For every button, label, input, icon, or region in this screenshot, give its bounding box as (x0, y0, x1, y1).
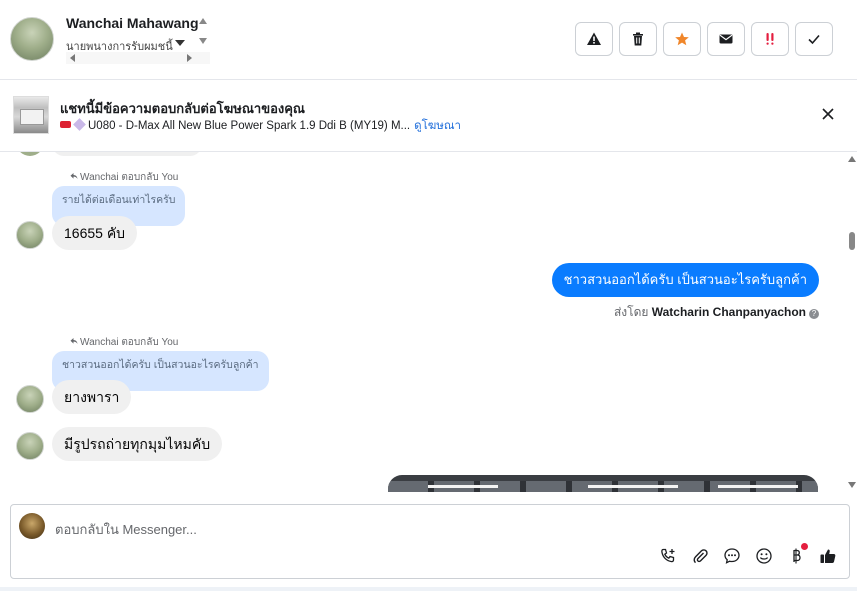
phone-plus-icon (661, 548, 675, 563)
delete-button[interactable] (619, 22, 657, 56)
ad-thumbnail[interactable] (13, 96, 49, 134)
sent-by-prefix: ส่งโดย (613, 305, 649, 319)
avatar-partial (16, 152, 44, 156)
smiley-icon (756, 548, 772, 564)
thumbs-up-icon (820, 549, 836, 563)
notification-dot (801, 543, 808, 550)
sent-by-label: ส่งโดย Watcharin Chanpanyachon? (614, 303, 819, 322)
incoming-message[interactable]: ยางพารา (52, 380, 132, 414)
image-detail (588, 485, 678, 488)
payment-button[interactable] (787, 543, 808, 565)
mark-important-button[interactable] (751, 22, 789, 56)
bottom-strip (0, 587, 857, 591)
header-actions (575, 22, 833, 56)
star-button[interactable] (663, 22, 701, 56)
close-icon[interactable] (821, 107, 835, 121)
ad-reply-banner: แชทนี้มีข้อความตอบกลับต่อโฆษณาของคุณ U08… (0, 80, 857, 152)
scroll-down-icon[interactable] (199, 38, 207, 44)
scroll-thumb[interactable] (849, 232, 855, 250)
diamond-icon (73, 118, 86, 131)
ad-banner-title: แชทนี้มีข้อความตอบกลับต่อโฆษณาของคุณ (60, 101, 305, 116)
reply-meta: Wanchai ตอบกลับ You (70, 170, 178, 185)
warning-icon (587, 32, 601, 45)
scroll-up-icon[interactable] (848, 156, 856, 162)
message-bubble-partial (52, 152, 202, 156)
conversation-header: Wanchai Mahawang นายพนางการรับผมชนี้ (0, 0, 857, 80)
view-ad-link[interactable]: ดูโฆษณา (414, 120, 461, 132)
double-exclamation-icon (766, 33, 774, 45)
envelope-icon (719, 34, 733, 44)
report-spam-button[interactable] (575, 22, 613, 56)
image-detail (428, 485, 498, 488)
check-icon (808, 34, 820, 45)
caret-down-icon[interactable] (175, 40, 185, 46)
like-button[interactable] (819, 547, 837, 565)
help-icon[interactable]: ? (809, 309, 819, 319)
car-icon (60, 121, 71, 128)
scroll-left-icon[interactable] (70, 54, 75, 62)
attach-button[interactable] (691, 547, 709, 565)
ad-text: U080 - D-Max All New Blue Power Spark 1.… (88, 120, 411, 132)
header-scrollbar[interactable] (197, 16, 209, 50)
mark-done-button[interactable] (795, 22, 833, 56)
image-detail (718, 485, 798, 488)
message-scrollbar[interactable] (847, 152, 857, 492)
contact-avatar-small[interactable] (16, 221, 44, 249)
scroll-right-icon[interactable] (187, 54, 192, 62)
chat-bubble-icon (724, 548, 740, 564)
mark-unread-button[interactable] (707, 22, 745, 56)
reply-meta: Wanchai ตอบกลับ You (70, 335, 178, 350)
scroll-up-icon[interactable] (199, 18, 207, 24)
contact-avatar-small[interactable] (16, 385, 44, 413)
header-horizontal-scrollbar[interactable] (66, 52, 210, 64)
messenger-conversation: Wanchai Mahawang นายพนางการรับผมชนี้ แชท… (0, 0, 857, 591)
outgoing-message[interactable]: ชาวสวนออกได้ครับ เป็นสวนอะไรครับลูกค้า (551, 263, 819, 297)
reply-meta-text: Wanchai ตอบกลับ You (80, 172, 179, 183)
contact-avatar[interactable] (10, 17, 54, 61)
contact-avatar-small[interactable] (16, 432, 44, 460)
incoming-message[interactable]: 16655 คับ (52, 216, 138, 250)
composer-tools (659, 543, 837, 565)
trash-icon (633, 32, 643, 46)
outgoing-image-message[interactable] (388, 475, 818, 492)
ad-banner-details: U080 - D-Max All New Blue Power Spark 1.… (60, 117, 461, 135)
saved-replies-button[interactable] (723, 547, 741, 565)
call-request-button[interactable] (659, 547, 677, 565)
reply-arrow-icon (70, 173, 78, 179)
page-avatar (19, 513, 45, 539)
reply-input[interactable]: ตอบกลับใน Messenger... (55, 519, 197, 540)
message-composer[interactable]: ตอบกลับใน Messenger... (10, 504, 850, 579)
reply-meta-text: Wanchai ตอบกลับ You (80, 337, 179, 348)
emoji-button[interactable] (755, 547, 773, 565)
paperclip-icon (693, 549, 708, 564)
sender-name: Watcharin Chanpanyachon (651, 305, 806, 319)
reply-arrow-icon (70, 338, 78, 344)
message-list[interactable]: Wanchai ตอบกลับ You รายได้ต่อเดือนเท่าไร… (0, 152, 847, 492)
scroll-down-icon[interactable] (848, 482, 856, 488)
star-icon (675, 32, 689, 46)
incoming-message[interactable]: มีรูปรถถ่ายทุกมุมไหมคับ (52, 427, 223, 461)
contact-name[interactable]: Wanchai Mahawang (66, 15, 199, 31)
